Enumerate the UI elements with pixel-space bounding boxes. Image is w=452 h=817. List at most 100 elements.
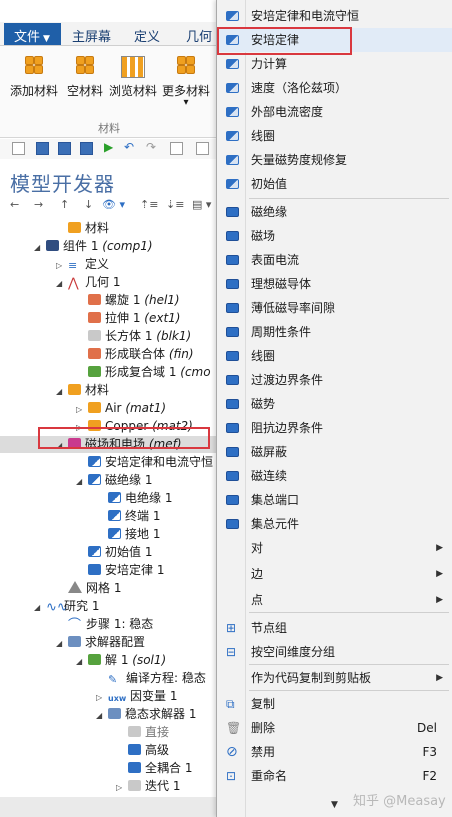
magnetic-insulation-icon <box>88 474 101 485</box>
menu-item-transition-boundary[interactable]: 过渡边界条件 <box>217 368 452 392</box>
tree-node-ground[interactable]: 接地 1 <box>96 526 160 543</box>
up-icon[interactable]: ↑ <box>60 198 69 211</box>
menu-item-surface-current[interactable]: 表面电流 <box>217 248 452 272</box>
redo-icon[interactable]: ↷ <box>146 140 159 154</box>
menu-item-force-calculation[interactable]: 力计算 <box>217 52 452 76</box>
tree-node-initial-values[interactable]: 初始值 1 <box>76 544 152 561</box>
menu-item-ampere-current-conservation[interactable]: 安培定律和电流守恒 <box>217 4 452 28</box>
menu-item-group-by-dimension[interactable]: ⊟ 按空间维度分组 <box>217 640 452 664</box>
tree-node-helix[interactable]: 螺旋 1 (hel1) <box>76 292 180 309</box>
file-tab-caret-icon: ▼ <box>43 34 50 44</box>
tab-definitions[interactable]: 定义 <box>134 26 160 45</box>
tree-node-direct[interactable]: 直接 <box>116 724 169 741</box>
tree-node-step-stationary[interactable]: ⌒ 步骤 1: 稳态 <box>56 616 153 633</box>
forward-icon[interactable]: → <box>34 198 43 211</box>
menu-item-rename[interactable]: ⊡ 重命名 F2 <box>217 764 452 788</box>
tab-geometry[interactable]: 几何 <box>186 26 212 45</box>
tree-node-solution[interactable]: ◢ 解 1 (sol1) <box>76 652 166 669</box>
block-icon <box>88 330 101 341</box>
force-calculation-icon <box>226 59 239 69</box>
tree-node-extrude[interactable]: 拉伸 1 (ext1) <box>76 310 180 327</box>
ampere-current-icon <box>88 456 101 467</box>
tree-node-block[interactable]: 长方体 1 (blk1) <box>76 328 191 345</box>
blank-material-button[interactable]: 空材料 <box>67 56 103 99</box>
collapse-icon: ◢ <box>76 477 83 486</box>
undo-icon[interactable]: ↶ <box>124 140 137 154</box>
tree-node-global-materials[interactable]: 材料 <box>56 220 109 237</box>
back-icon[interactable]: ← <box>10 198 19 211</box>
save-icon[interactable] <box>58 142 71 155</box>
solver-configurations-icon <box>68 636 81 647</box>
tree-node-magnetic-insulation[interactable]: ◢ 磁绝缘 1 <box>76 472 152 489</box>
menu-item-magnetic-continuity[interactable]: 磁连续 <box>217 464 452 488</box>
velocity-icon <box>226 83 239 93</box>
add-material-button[interactable]: 添加材料 <box>10 56 58 99</box>
menu-item-edges[interactable]: 边 ▶ <box>217 562 452 586</box>
app-window: 文件 ▼ 主屏幕 定义 几何 添加材料 空材料 浏览材料 更多材料 ▾ 材料 ▶… <box>0 0 452 817</box>
browse-materials-button[interactable]: 浏览材料 <box>109 56 157 99</box>
tree-node-component[interactable]: ◢ 组件 1 (comp1) <box>34 238 153 255</box>
tab-home[interactable]: 主屏幕 <box>72 26 111 45</box>
tree-options-icon[interactable]: ▤ ▾ <box>192 198 211 211</box>
menu-item-impedance-boundary[interactable]: 阻抗边界条件 <box>217 416 452 440</box>
menu-item-initial-values[interactable]: 初始值 <box>217 172 452 196</box>
menu-item-magnetic-shielding[interactable]: 磁屏蔽 <box>217 440 452 464</box>
menu-item-magnetic-field[interactable]: 磁场 <box>217 224 452 248</box>
show-icon[interactable]: 👁 ▾ <box>102 198 125 211</box>
menu-item-thin-low-permeability-gap[interactable]: 薄低磁导率间隙 <box>217 296 452 320</box>
menu-item-coil-domain[interactable]: 线圈 <box>217 124 452 148</box>
tree-node-ampere-law[interactable]: 安培定律 1 <box>76 562 164 579</box>
tree-node-study[interactable]: ◢ ∿∿研究 1 <box>34 598 99 615</box>
more-materials-button[interactable]: 更多材料 ▾ <box>162 56 210 108</box>
tree-node-ampere-current-conservation[interactable]: 安培定律和电流守恒 <box>76 454 213 471</box>
save-as-icon[interactable] <box>80 142 93 155</box>
open-file-icon[interactable] <box>36 142 49 155</box>
menu-item-perfect-magnetic-conductor[interactable]: 理想磁导体 <box>217 272 452 296</box>
tree-node-iterative[interactable]: ▷ 迭代 1 <box>116 778 180 795</box>
menu-item-periodic-condition[interactable]: 周期性条件 <box>217 320 452 344</box>
menu-item-disable[interactable]: ⊘ 禁用 F3 <box>217 740 452 764</box>
more-materials-icon <box>174 56 198 78</box>
file-tab[interactable]: 文件 ▼ <box>4 23 61 45</box>
menu-item-points[interactable]: 点 ▶ <box>217 588 452 612</box>
tree-node-terminal[interactable]: 终端 1 <box>96 508 160 525</box>
tree-node-materials[interactable]: ◢ 材料 <box>56 382 109 399</box>
copy-icon[interactable] <box>170 142 183 155</box>
menu-item-copy-as-code[interactable]: 作为代码复制到剪贴板 ▶ <box>217 666 452 690</box>
tree-node-fully-coupled[interactable]: 全耦合 1 <box>116 760 192 777</box>
tree-node-stationary-solver[interactable]: ◢ 稳态求解器 1 <box>96 706 196 723</box>
tree-node-solver-configurations[interactable]: ◢ 求解器配置 <box>56 634 145 651</box>
add-material-icon <box>22 56 46 78</box>
menu-item-node-group[interactable]: ⊞ 节点组 <box>217 616 452 640</box>
bottom-status-strip <box>0 797 225 817</box>
menu-item-magnetic-potential[interactable]: 磁势 <box>217 392 452 416</box>
tree-node-advanced[interactable]: 高级 <box>116 742 169 759</box>
menu-item-coil-boundary[interactable]: 线圈 <box>217 344 452 368</box>
paste-icon[interactable] <box>196 142 209 155</box>
tree-node-compile-equations[interactable]: ✎ 编译方程: 稳态 <box>96 670 206 687</box>
tree-node-mesh[interactable]: 网格 1 <box>56 580 121 597</box>
collapse-all-icon[interactable]: ⇣≡ <box>166 198 184 211</box>
tree-node-electric-insulation[interactable]: 电绝缘 1 <box>96 490 172 507</box>
tree-node-air[interactable]: ▷ Air (mat1) <box>76 400 166 417</box>
down-icon[interactable]: ↓ <box>84 198 93 211</box>
menu-item-gauge-fixing[interactable]: 矢量磁势度规修复 <box>217 148 452 172</box>
tree-node-dependent-variables[interactable]: ▷ uxw 因变量 1 <box>96 688 177 705</box>
run-icon[interactable]: ▶ <box>104 140 117 154</box>
menu-item-duplicate[interactable]: ⧉ 复制 <box>217 692 452 716</box>
tree-node-form-union[interactable]: 形成联合体 (fin) <box>76 346 194 363</box>
new-file-icon[interactable] <box>12 142 25 155</box>
menu-item-external-current-density[interactable]: 外部电流密度 <box>217 100 452 124</box>
expand-all-icon[interactable]: ⇡≡ <box>140 198 158 211</box>
menu-item-magnetic-insulation[interactable]: 磁绝缘 <box>217 200 452 224</box>
tree-node-geometry[interactable]: ◢ ⋀ 几何 1 <box>56 274 120 291</box>
menu-item-lumped-element[interactable]: 集总元件 <box>217 512 452 536</box>
menu-item-delete[interactable]: 🗑 删除 Del <box>217 716 452 740</box>
menu-item-pairs[interactable]: 对 ▶ <box>217 536 452 560</box>
submenu-arrow-icon: ▶ <box>436 673 443 683</box>
menu-item-lumped-port[interactable]: 集总端口 <box>217 488 452 512</box>
menu-item-velocity-lorentz[interactable]: 速度（洛伦兹项） <box>217 76 452 100</box>
menu-scroll-down-icon[interactable]: ▼ <box>331 800 338 810</box>
tree-node-composite-domain[interactable]: 形成复合域 1 (cmo <box>76 364 211 381</box>
tree-node-definitions[interactable]: ▷ ≡ 定义 <box>56 256 109 273</box>
